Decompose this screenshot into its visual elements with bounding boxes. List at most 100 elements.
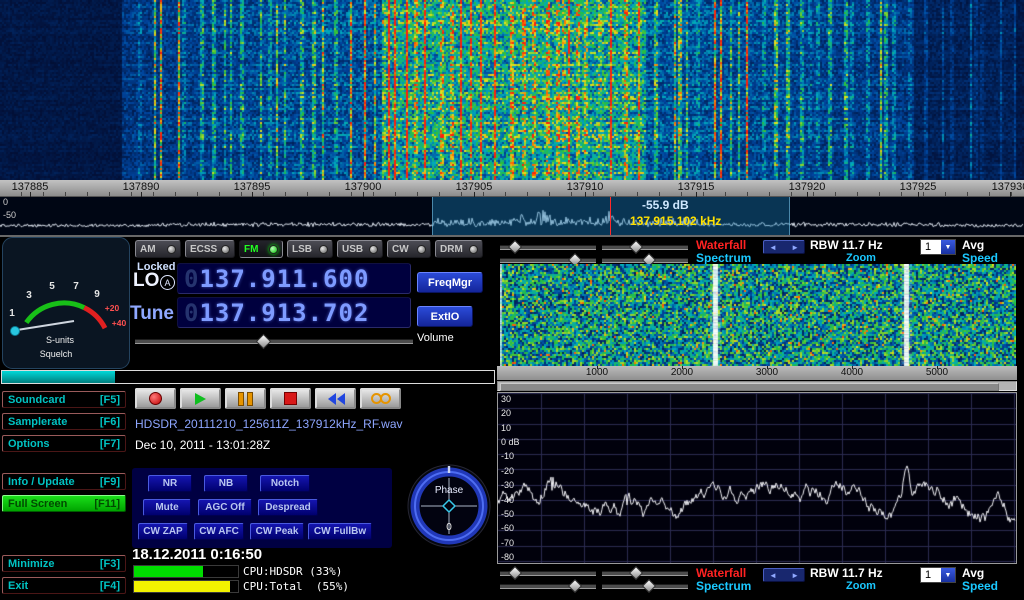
slider-handle[interactable] (256, 334, 272, 350)
date-time-display: 18.12.2011 0:16:50 (132, 546, 262, 563)
wav-file-timestamp: Dec 10, 2011 - 13:01:28Z (135, 438, 270, 452)
overview-spectrum[interactable]: 0 -50 -55.9 dB 137.915.102 kHz (0, 197, 1024, 235)
audio-level-fill (2, 371, 115, 383)
lo-sync-badge[interactable]: A (160, 275, 175, 290)
phase-dial[interactable]: Phase 0 (407, 464, 491, 548)
lo-frequency-display[interactable]: 0137.911.600 (177, 263, 411, 294)
cw-zap-button[interactable]: CW ZAP (138, 523, 188, 540)
wf2b-contrast-slider[interactable] (500, 567, 596, 578)
mode-usb-button[interactable]: USB (337, 240, 383, 258)
squelch-handle[interactable] (11, 327, 20, 336)
menu-key: [F5] (100, 394, 120, 406)
zoom-right-arrow-icon[interactable]: ► (791, 571, 799, 580)
rewind-button[interactable] (315, 388, 356, 409)
slider-handle[interactable] (629, 566, 643, 580)
agc-button[interactable]: AGC Off (198, 499, 252, 516)
zoom-arrows-bottom[interactable]: ◄ ► (763, 568, 805, 582)
mode-label: AM (140, 244, 156, 255)
cw-afc-button[interactable]: CW AFC (194, 523, 244, 540)
scale-label: 137925 (886, 181, 950, 193)
nb-button[interactable]: NB (204, 475, 248, 492)
cpu-hdsdr-text: CPU:HDSDR (33%) (243, 565, 342, 578)
slider-handle[interactable] (642, 579, 656, 593)
zoom-arrows[interactable]: ◄ ► (763, 240, 805, 254)
wf2-contrast-slider[interactable] (500, 241, 596, 252)
slider-handle[interactable] (568, 579, 582, 593)
mode-cw-button[interactable]: CW (387, 240, 431, 258)
main-waterfall-display[interactable] (0, 0, 1024, 180)
s-meter: 1 3 5 7 9 +20 +40 S-units Squelch (2, 237, 130, 369)
fullscreen-button[interactable]: Full Screen [F11] (2, 495, 126, 512)
waterfall-mode-label[interactable]: Waterfall (696, 238, 746, 252)
af-spectrum-display[interactable]: 30 20 10 0 dB -10 -20 -30 -40 -50 -60 -7… (497, 392, 1017, 564)
mode-am-button[interactable]: AM (135, 240, 181, 258)
extio-button[interactable]: ExtIO (417, 306, 473, 327)
cw-peak-button[interactable]: CW Peak (250, 523, 304, 540)
mode-led-icon (221, 245, 230, 254)
mode-ecss-button[interactable]: ECSS (185, 240, 235, 258)
mode-label: DRM (440, 244, 463, 255)
af-waterfall-display[interactable] (500, 264, 1016, 366)
tune-frequency-display[interactable]: 0137.913.702 (177, 297, 411, 328)
cw-fullbw-button[interactable]: CW FullBw (308, 523, 372, 540)
axis-label: 5000 (912, 367, 962, 378)
combobox-dropdown-icon[interactable]: ▼ (941, 568, 955, 582)
axis-label: 4000 (827, 367, 877, 378)
avg-label: Avg (962, 238, 984, 252)
samplerate-button[interactable]: Samplerate[F6] (2, 413, 126, 430)
mode-drm-button[interactable]: DRM (435, 240, 483, 258)
soundcard-button[interactable]: Soundcard[F5] (2, 391, 126, 408)
info-update-button[interactable]: Info / Update[F9] (2, 473, 126, 490)
avg-combobox-value: 1 (921, 568, 941, 582)
tune-label: Tune (130, 303, 174, 325)
slider-handle[interactable] (508, 566, 522, 580)
zoom-left-arrow-icon[interactable]: ◄ (769, 243, 777, 252)
play-icon (195, 393, 206, 405)
avg-combobox[interactable]: 1 ▼ (920, 239, 956, 255)
scrollbar-thumb[interactable] (500, 383, 999, 391)
smeter-tick: 1 (9, 308, 15, 319)
sp2b-offset-slider[interactable] (602, 580, 688, 591)
slider-handle[interactable] (508, 240, 522, 254)
rewind-icon (327, 393, 345, 405)
af-pan-scrollbar[interactable] (497, 381, 1017, 391)
notch-button[interactable]: Notch (260, 475, 310, 492)
af-frequency-axis: 1000 2000 3000 4000 5000 (497, 366, 1017, 380)
pause-button[interactable] (225, 388, 266, 409)
mode-label: LSB (292, 244, 312, 255)
passband-highlight[interactable] (432, 197, 790, 235)
slider-handle[interactable] (629, 240, 643, 254)
frequency-scale[interactable]: 137885 137890 137895 137900 137905 13791… (0, 180, 1024, 197)
avg-combobox-bottom[interactable]: 1 ▼ (920, 567, 956, 583)
record-button[interactable] (135, 388, 176, 409)
smeter-tick: 5 (49, 281, 55, 292)
speed-label-bottom: Speed (962, 579, 998, 593)
volume-slider[interactable] (135, 335, 413, 346)
sp2b-range-slider[interactable] (500, 580, 596, 591)
despread-button[interactable]: Despread (258, 499, 318, 516)
mode-fm-button[interactable]: FM (239, 240, 283, 258)
avg-label-bottom: Avg (962, 566, 984, 580)
play-button[interactable] (180, 388, 221, 409)
minimize-button[interactable]: Minimize[F3] (2, 555, 126, 572)
combobox-dropdown-icon[interactable]: ▼ (941, 240, 955, 254)
mode-lsb-button[interactable]: LSB (287, 240, 333, 258)
zoom-left-arrow-icon[interactable]: ◄ (769, 571, 777, 580)
exit-button[interactable]: Exit[F4] (2, 577, 126, 594)
menu-key: [F11] (94, 498, 120, 510)
freqmgr-button[interactable]: FreqMgr (417, 272, 483, 293)
stop-button[interactable] (270, 388, 311, 409)
spectrum-mode-label[interactable]: Spectrum (696, 251, 751, 265)
wf2b-brightness-slider[interactable] (602, 567, 688, 578)
options-button[interactable]: Options[F7] (2, 435, 126, 452)
wf2-brightness-slider[interactable] (602, 241, 688, 252)
zoom-right-arrow-icon[interactable]: ► (791, 243, 799, 252)
waterfall-mode-label-bottom[interactable]: Waterfall (696, 566, 746, 580)
mute-button[interactable]: Mute (143, 499, 191, 516)
menu-label: Full Screen (8, 498, 67, 510)
squelch-label: Squelch (40, 349, 73, 359)
spectrum-mode-label-bottom[interactable]: Spectrum (696, 579, 751, 593)
stop-icon (284, 392, 297, 405)
loop-button[interactable] (360, 388, 401, 409)
nr-button[interactable]: NR (148, 475, 192, 492)
